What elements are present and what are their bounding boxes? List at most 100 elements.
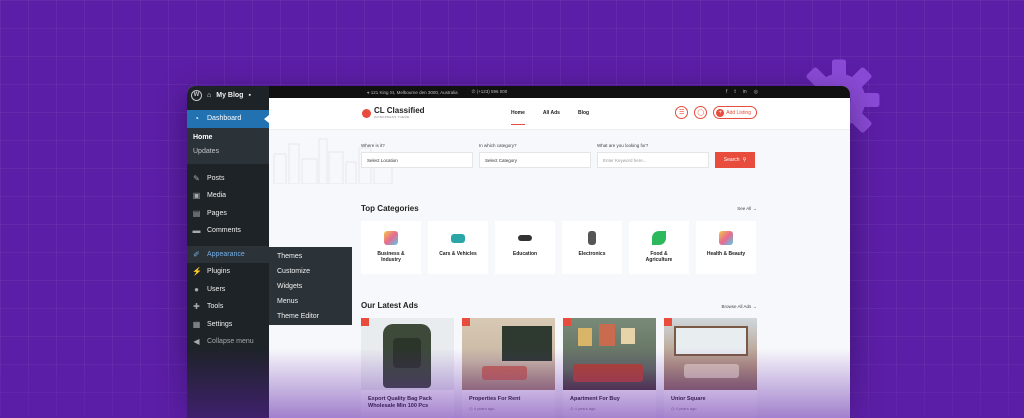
see-all-link[interactable]: See All →: [737, 206, 757, 211]
sidebar-item-users[interactable]: ● Users: [187, 281, 269, 299]
top-categories-title: Top Categories: [361, 204, 419, 213]
twitter-icon[interactable]: t: [734, 89, 735, 95]
add-listing-label: Add Listing: [726, 109, 751, 116]
sidebar-item-label: Users: [207, 285, 226, 293]
add-listing-button[interactable]: + Add Listing: [713, 106, 757, 119]
collapse-label: Collapse menu: [207, 338, 254, 346]
sidebar-item-comments[interactable]: ▬ Comments: [187, 222, 269, 240]
ad-card[interactable]: Apartment For Buy ◷ 4 years ago: [563, 318, 656, 418]
category-label: Business & Industry: [377, 251, 405, 263]
category-card[interactable]: Electronics: [562, 221, 622, 274]
flyout-item-customize[interactable]: Customize: [269, 265, 352, 280]
address-text: ⌖ 121 King St, Melbourne den 3000, Austr…: [367, 89, 458, 95]
flyout-item-themes[interactable]: Themes: [269, 250, 352, 265]
comment-icon: ▬: [192, 226, 201, 236]
featured-badge: [664, 318, 672, 326]
submenu-item-home[interactable]: Home: [187, 132, 269, 146]
sidebar-item-posts[interactable]: ✎ Posts: [187, 170, 269, 188]
category-label: Cars & Vehicles: [439, 251, 477, 257]
account-icon[interactable]: ◯: [694, 106, 708, 119]
admin-sidebar: ◔ Dashboard Home Updates ✎ Posts ▣ Media…: [187, 104, 269, 418]
keyword-label: What are you looking for?: [597, 143, 649, 148]
collapse-menu-button[interactable]: ◀ Collapse menu: [187, 333, 269, 351]
ad-image: [462, 318, 555, 390]
nav-all-ads[interactable]: All Ads: [543, 110, 560, 125]
ad-title: Properties For Rent: [469, 396, 521, 402]
ad-image: [361, 318, 454, 390]
ad-date: ◷ 4 years ago: [671, 406, 697, 411]
media-icon: ▣: [192, 191, 201, 201]
keyword-input[interactable]: Enter Keyword here...: [597, 152, 709, 168]
phone-icon: [588, 231, 596, 245]
logo-title: CL Classified: [374, 106, 425, 115]
brush-icon: ✐: [193, 249, 200, 259]
search-form: Where is it? Select Location In which ca…: [361, 143, 755, 168]
category-card[interactable]: Health & Beauty: [696, 221, 756, 274]
wrench-icon: ✚: [193, 302, 200, 312]
sidebar-item-settings[interactable]: ▦ Settings: [187, 316, 269, 334]
featured-badge: [563, 318, 571, 326]
site-topbar: ⌖ 121 King St, Melbourne den 3000, Austr…: [269, 86, 850, 98]
sidebar-item-label: Dashboard: [207, 115, 242, 123]
facebook-icon[interactable]: f: [726, 89, 727, 95]
flyout-item-theme-editor[interactable]: Theme Editor: [269, 310, 352, 325]
ad-image: [563, 318, 656, 390]
category-card[interactable]: Business & Industry: [361, 221, 421, 274]
ad-title: Export Quality Bag Pack Wholesale Min 10…: [368, 396, 432, 409]
category-label: Education: [512, 251, 538, 257]
category-card[interactable]: Food & Agriculture: [629, 221, 689, 274]
category-card[interactable]: Education: [495, 221, 555, 274]
ad-title: Apartment For Buy: [570, 396, 620, 402]
user-icon: ●: [194, 284, 199, 294]
category-card[interactable]: Cars & Vehicles: [428, 221, 488, 274]
ad-card[interactable]: Unior Square ◷ 4 years ago: [664, 318, 757, 418]
nav-blog[interactable]: Blog: [578, 110, 589, 125]
instagram-icon[interactable]: ◎: [754, 89, 758, 95]
category-label: In which category?: [479, 143, 517, 148]
search-button[interactable]: Search ⚲: [715, 152, 755, 168]
ad-date: ◷ 4 years ago: [469, 406, 495, 411]
site-header: CL Classified WORDPRESS THEME Home All A…: [269, 98, 850, 130]
sidebar-item-dashboard[interactable]: ◔ Dashboard: [187, 110, 269, 128]
ads-grid: Export Quality Bag Pack Wholesale Min 10…: [361, 318, 757, 418]
wordpress-logo-icon[interactable]: W: [191, 89, 202, 101]
sidebar-item-label: Posts: [207, 174, 225, 182]
sidebar-item-label: Settings: [207, 320, 233, 328]
linkedin-icon[interactable]: in: [743, 89, 747, 95]
sidebar-item-pages[interactable]: ▤ Pages: [187, 205, 269, 223]
settings-icon: ▦: [192, 319, 201, 329]
plus-icon: +: [716, 108, 725, 117]
sidebar-item-label: Appearance: [207, 250, 245, 258]
appearance-flyout-menu: Themes Customize Widgets Menus Theme Edi…: [269, 247, 352, 325]
featured-badge: [462, 318, 470, 326]
collapse-arrow-icon: ◀: [193, 337, 200, 347]
sidebar-item-label: Media: [207, 192, 227, 200]
sidebar-item-tools[interactable]: ✚ Tools: [187, 298, 269, 316]
flyout-item-widgets[interactable]: Widgets: [269, 280, 352, 295]
main-nav: Home All Ads Blog: [511, 110, 589, 125]
browse-all-ads-link[interactable]: Browse All Ads →: [721, 304, 757, 309]
submenu-item-updates[interactable]: Updates: [187, 146, 269, 160]
category-select[interactable]: Select Category: [479, 152, 591, 168]
ad-card[interactable]: Export Quality Bag Pack Wholesale Min 10…: [361, 318, 454, 418]
chat-icon[interactable]: ☰: [675, 106, 689, 119]
location-select[interactable]: Select Location: [361, 152, 473, 168]
admin-bar: W ⌂ My Blog ▪: [187, 86, 269, 104]
sidebar-item-media[interactable]: ▣ Media: [187, 187, 269, 205]
sidebar-item-label: Tools: [207, 303, 224, 311]
site-logo[interactable]: CL Classified WORDPRESS THEME: [362, 107, 425, 119]
flyout-item-menus[interactable]: Menus: [269, 295, 352, 310]
site-preview: ⌖ 121 King St, Melbourne den 3000, Austr…: [269, 86, 850, 418]
comment-bubble-icon[interactable]: ▪: [248, 92, 250, 99]
dashboard-submenu: Home Updates: [187, 127, 269, 164]
business-icon: [384, 231, 398, 245]
ad-card[interactable]: Properties For Rent ◷ 4 years ago: [462, 318, 555, 418]
sidebar-item-appearance[interactable]: ✐ Appearance: [187, 245, 269, 263]
sidebar-item-plugins[interactable]: ⚡ Plugins: [187, 263, 269, 281]
nav-home[interactable]: Home: [511, 110, 525, 125]
site-name-link[interactable]: My Blog: [216, 92, 243, 99]
category-grid: Business & Industry Cars & Vehicles Educa…: [361, 221, 756, 274]
health-beauty-icon: [719, 231, 733, 245]
search-icon: ⚲: [742, 157, 747, 163]
dashboard-icon: ◔: [194, 114, 199, 124]
